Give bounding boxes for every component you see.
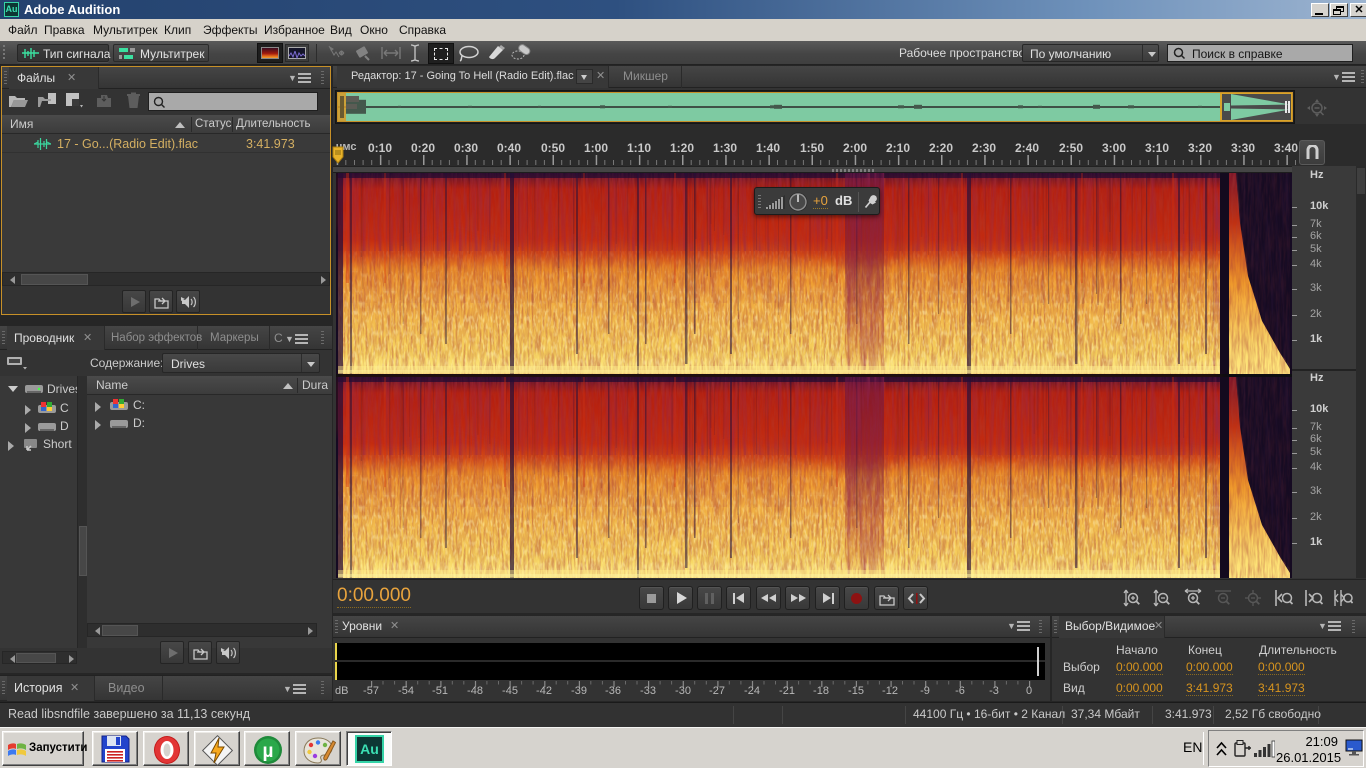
svg-text:µ: µ	[263, 741, 274, 762]
